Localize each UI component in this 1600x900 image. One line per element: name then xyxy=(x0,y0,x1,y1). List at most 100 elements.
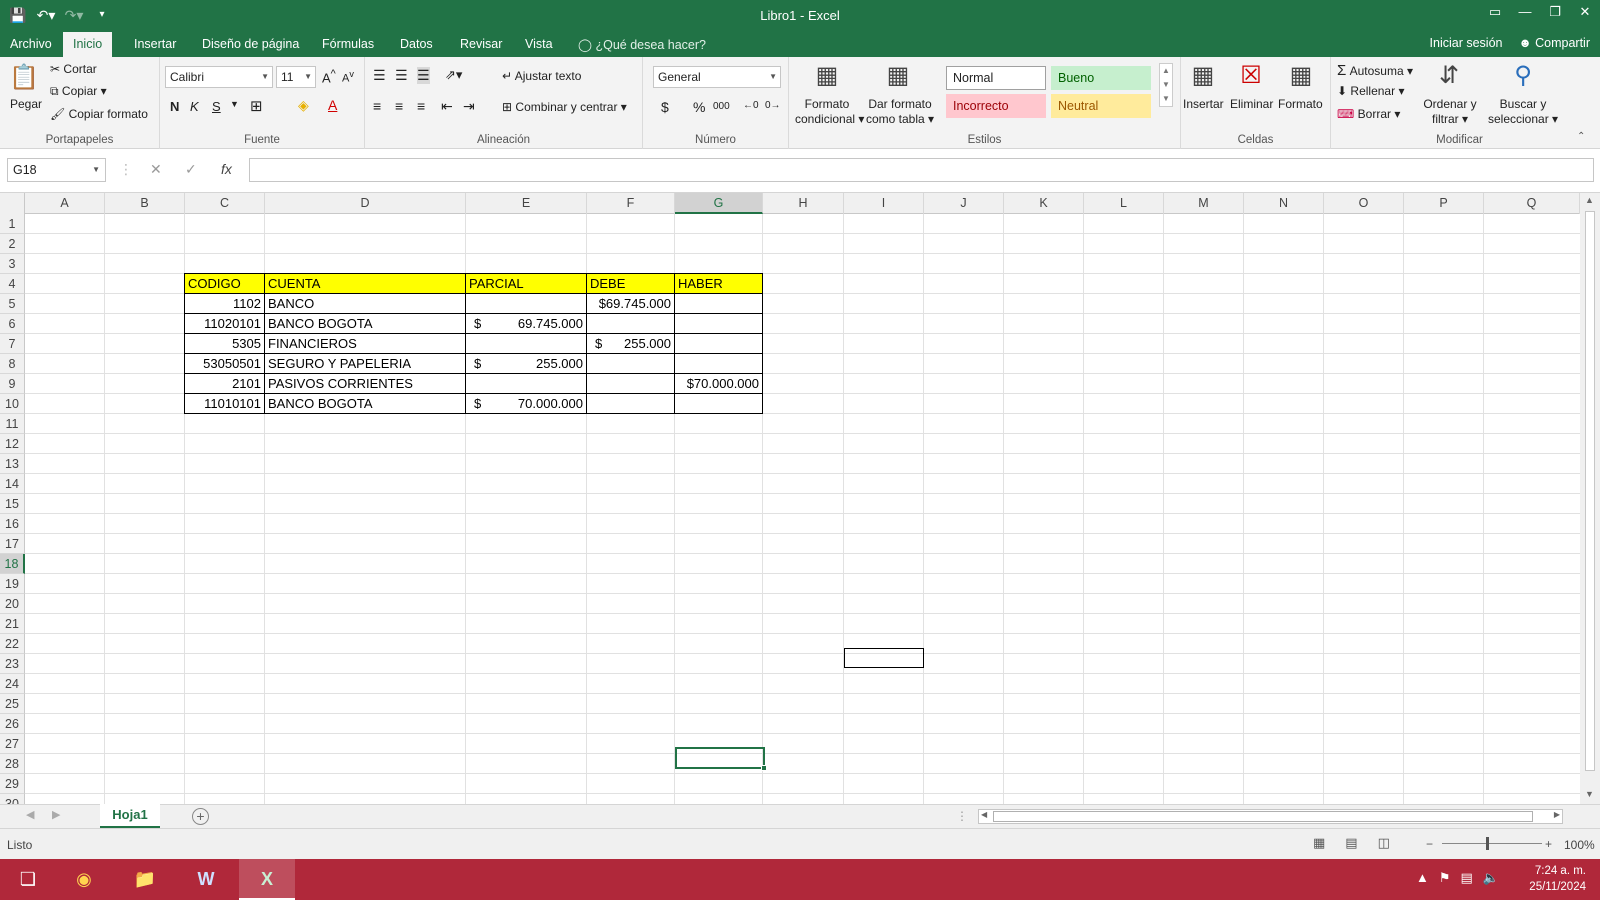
row-header-21[interactable]: 21 xyxy=(0,614,25,634)
row-header-15[interactable]: 15 xyxy=(0,494,25,514)
tab-view[interactable]: Vista xyxy=(515,32,563,57)
cell-cuenta[interactable]: SEGURO Y PAPELERIA xyxy=(265,354,466,374)
table-header-cell[interactable]: HABER xyxy=(675,274,763,294)
row-header-9[interactable]: 9 xyxy=(0,374,25,394)
column-header-e[interactable]: E xyxy=(466,193,587,214)
row-header-19[interactable]: 19 xyxy=(0,574,25,594)
row-header-4[interactable]: 4 xyxy=(0,274,25,294)
row-header-7[interactable]: 7 xyxy=(0,334,25,354)
row-header-24[interactable]: 24 xyxy=(0,674,25,694)
sort-filter-icon[interactable]: ⇵ xyxy=(1433,61,1465,91)
column-header-h[interactable]: H xyxy=(763,193,844,214)
formula-input[interactable] xyxy=(249,158,1594,182)
cell-cuenta[interactable]: FINANCIEROS xyxy=(265,334,466,354)
style-good[interactable]: Bueno xyxy=(1051,66,1151,90)
row-header-30[interactable]: 30 xyxy=(0,794,25,804)
row-header-28[interactable]: 28 xyxy=(0,754,25,774)
cell-cuenta[interactable]: BANCO BOGOTA xyxy=(265,314,466,334)
fill-color-icon[interactable]: ◈ xyxy=(298,97,309,114)
zoom-in-icon[interactable]: + xyxy=(1545,837,1552,851)
clock[interactable]: 7:24 a. m. 25/11/2024 xyxy=(1529,863,1586,895)
scroll-right-icon[interactable]: ▶ xyxy=(1554,810,1560,819)
align-right-icon[interactable]: ≡ xyxy=(417,98,425,114)
word-icon[interactable]: W xyxy=(178,859,234,900)
underline-button[interactable]: S xyxy=(212,99,221,114)
delete-cells-icon[interactable]: ☒ xyxy=(1235,61,1267,91)
column-header-m[interactable]: M xyxy=(1164,193,1244,214)
bold-button[interactable]: N xyxy=(170,99,179,114)
zoom-slider[interactable] xyxy=(1442,843,1542,844)
column-header-a[interactable]: A xyxy=(25,193,105,214)
sheet-next-icon[interactable]: ▶ xyxy=(52,808,60,821)
scroll-left-icon[interactable]: ◀ xyxy=(981,810,987,819)
format-as-table-button[interactable]: Dar formato como tabla ▾ xyxy=(865,97,935,127)
cell-parcial[interactable]: 69.745.000 xyxy=(466,314,587,334)
cell-haber[interactable] xyxy=(675,294,763,314)
column-header-i[interactable]: I xyxy=(844,193,924,214)
scroll-thumb[interactable] xyxy=(1585,211,1595,771)
cell-codigo[interactable]: 1102 xyxy=(185,294,265,314)
outlined-cell-i13[interactable] xyxy=(844,648,924,668)
merge-center-button[interactable]: ⊞ Combinar y centrar ▾ xyxy=(502,100,627,114)
network-icon[interactable]: ▤ xyxy=(1461,870,1473,886)
row-header-25[interactable]: 25 xyxy=(0,694,25,714)
tab-review[interactable]: Revisar xyxy=(450,32,512,57)
table-header-cell[interactable]: CUENTA xyxy=(265,274,466,294)
cell-parcial[interactable] xyxy=(466,374,587,394)
percent-button[interactable]: % xyxy=(693,99,705,115)
scroll-thumb[interactable] xyxy=(993,811,1533,822)
cell-codigo[interactable]: 11020101 xyxy=(185,314,265,334)
row-header-27[interactable]: 27 xyxy=(0,734,25,754)
autosum-button[interactable]: Σ Autosuma ▾ xyxy=(1337,62,1413,79)
row-header-12[interactable]: 12 xyxy=(0,434,25,454)
paste-button[interactable]: Pegar xyxy=(10,97,42,111)
row-header-23[interactable]: 23 xyxy=(0,654,25,674)
scroll-up-icon[interactable]: ▲ xyxy=(1585,195,1594,205)
italic-button[interactable]: K xyxy=(190,99,199,114)
row-header-6[interactable]: 6 xyxy=(0,314,25,334)
page-layout-view-icon[interactable]: ▤ xyxy=(1345,835,1357,851)
cell-parcial[interactable] xyxy=(466,294,587,314)
cell-debe[interactable] xyxy=(587,374,675,394)
select-all-corner[interactable] xyxy=(0,193,25,214)
add-sheet-icon[interactable]: + xyxy=(192,808,209,825)
cell-codigo[interactable]: 11010101 xyxy=(185,394,265,414)
cell-parcial[interactable] xyxy=(466,334,587,354)
row-header-14[interactable]: 14 xyxy=(0,474,25,494)
clear-button[interactable]: ⌨ Borrar ▾ xyxy=(1337,107,1400,121)
sheet-tab-hoja1[interactable]: Hoja1 xyxy=(100,804,160,828)
row-header-1[interactable]: 1 xyxy=(0,214,25,234)
align-top-icon[interactable]: ☰ xyxy=(373,67,386,84)
column-header-q[interactable]: Q xyxy=(1484,193,1580,214)
find-select-icon[interactable]: ⚲ xyxy=(1507,61,1539,91)
fill-button[interactable]: ⬇ Rellenar ▾ xyxy=(1337,84,1404,98)
restore-icon[interactable]: ❐ xyxy=(1540,0,1570,24)
align-middle-icon[interactable]: ☰ xyxy=(395,67,408,84)
increase-decimal-icon[interactable]: ←0 xyxy=(743,100,759,111)
wrap-text-button[interactable]: ↵ Ajustar texto xyxy=(502,69,581,83)
column-header-c[interactable]: C xyxy=(185,193,265,214)
chevron-up-icon[interactable]: ▲ xyxy=(1416,870,1429,886)
fill-handle[interactable] xyxy=(761,765,767,771)
align-left-icon[interactable]: ≡ xyxy=(373,98,381,114)
table-header-cell[interactable]: DEBE xyxy=(587,274,675,294)
format-painter-button[interactable]: 🖌 Copiar formato xyxy=(50,107,148,121)
row-header-2[interactable]: 2 xyxy=(0,234,25,254)
find-select-button[interactable]: Buscar y seleccionar ▾ xyxy=(1488,97,1558,127)
row-header-29[interactable]: 29 xyxy=(0,774,25,794)
scroll-down-icon[interactable]: ▼ xyxy=(1585,789,1594,799)
table-header-cell[interactable]: CODIGO xyxy=(185,274,265,294)
sign-in-link[interactable]: Iniciar sesión xyxy=(1430,36,1503,50)
cell-parcial[interactable]: 255.000 xyxy=(466,354,587,374)
flag-icon[interactable]: ⚑ xyxy=(1439,870,1451,886)
name-box[interactable]: G18 ▼ xyxy=(7,158,106,182)
column-header-k[interactable]: K xyxy=(1004,193,1084,214)
minimize-icon[interactable]: — xyxy=(1510,0,1540,24)
chevron-down-icon[interactable]: ▼ xyxy=(230,99,239,109)
enter-icon[interactable]: ✓ xyxy=(185,161,197,178)
insert-function-icon[interactable]: fx xyxy=(221,161,232,177)
page-break-view-icon[interactable]: ◫ xyxy=(1378,835,1390,851)
row-header-13[interactable]: 13 xyxy=(0,454,25,474)
thousands-button[interactable]: 000 xyxy=(713,101,730,112)
chrome-icon[interactable]: ◉ xyxy=(56,859,112,900)
